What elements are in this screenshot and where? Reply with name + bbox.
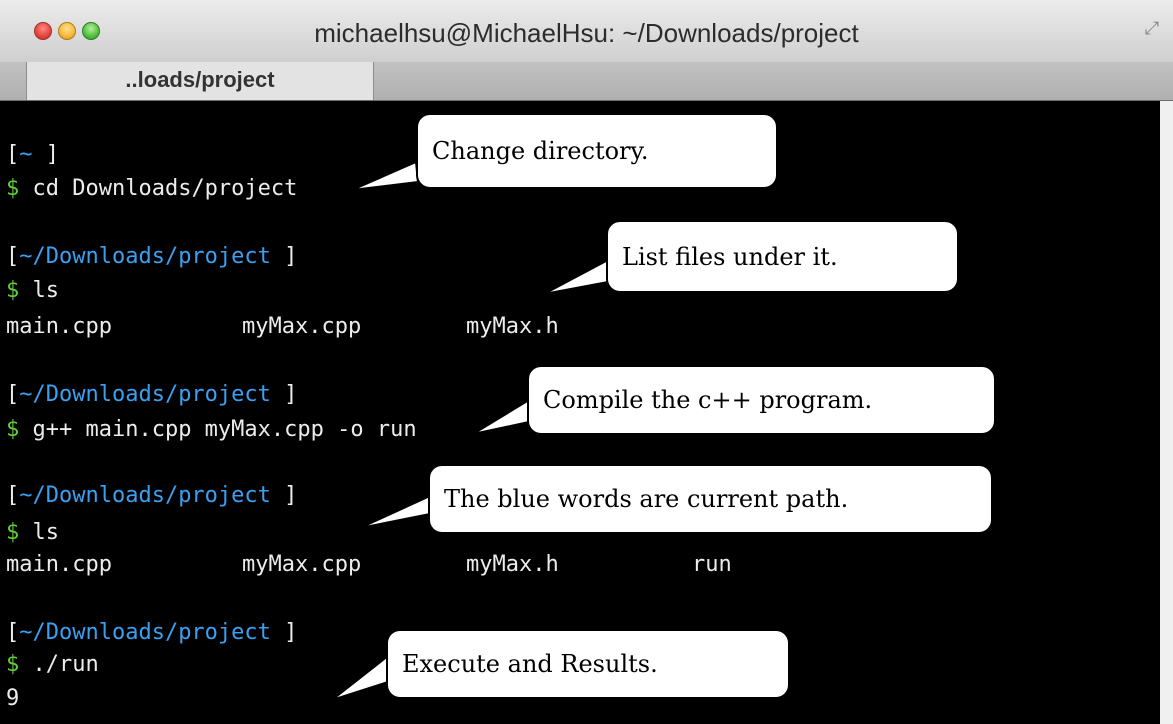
- tab-bar: ..loads/project: [0, 62, 1173, 101]
- prompt-bracket-close: ]: [270, 382, 298, 407]
- prompt-bracket-open: [: [6, 483, 20, 508]
- command-text: ls: [32, 278, 60, 303]
- tab-project[interactable]: ..loads/project: [26, 62, 374, 100]
- output-line: main.cpp myMax.cpp myMax.h: [6, 312, 906, 342]
- callout-execute: Execute and Results.: [386, 629, 790, 699]
- prompt-path-line: [~/Downloads/project ]: [6, 242, 297, 272]
- prompt-bracket-open: [: [6, 620, 20, 645]
- scrollbar[interactable]: [1160, 101, 1173, 724]
- command-line: $ ls: [6, 276, 59, 306]
- prompt-dollar: $: [6, 278, 20, 303]
- command-text: ls: [32, 520, 60, 545]
- program-output: 9: [6, 686, 20, 711]
- output-line: main.cpp myMax.cpp myMax.h run: [6, 550, 906, 580]
- prompt-dollar: $: [6, 176, 20, 201]
- prompt-bracket-close: ]: [270, 620, 298, 645]
- prompt-dollar: $: [6, 417, 20, 442]
- command-text: cd Downloads/project: [32, 176, 298, 201]
- prompt-bracket-close: ]: [32, 142, 59, 167]
- command-text: ./run: [32, 652, 99, 677]
- window-title: michaelhsu@MichaelHsu: ~/Downloads/proje…: [314, 18, 859, 48]
- prompt-bracket-open: [: [6, 142, 20, 167]
- command-line: $ ./run: [6, 650, 99, 680]
- current-path: ~/Downloads/project: [19, 483, 271, 508]
- file-name: main.cpp: [6, 314, 112, 339]
- prompt-bracket-close: ]: [270, 244, 298, 269]
- prompt-bracket-close: ]: [270, 483, 298, 508]
- callout-compile: Compile the c++ program.: [527, 365, 996, 435]
- prompt-bracket-open: [: [6, 382, 20, 407]
- prompt-path-line: [~/Downloads/project ]: [6, 481, 297, 511]
- fullscreen-icon[interactable]: ⤢: [1141, 18, 1163, 40]
- file-name: myMax.cpp: [242, 552, 362, 577]
- prompt-dollar: $: [6, 652, 20, 677]
- prompt-bracket-open: [: [6, 244, 20, 269]
- command-line: $ g++ main.cpp myMax.cpp -o run: [6, 415, 417, 445]
- command-text: g++ main.cpp myMax.cpp -o run: [32, 417, 417, 442]
- title-bar: michaelhsu@MichaelHsu: ~/Downloads/proje…: [0, 0, 1173, 63]
- current-path: ~/Downloads/project: [19, 620, 271, 645]
- prompt-dollar: $: [6, 520, 20, 545]
- callout-change-directory: Change directory.: [416, 113, 778, 189]
- current-path: ~/Downloads/project: [19, 244, 271, 269]
- file-name: run: [692, 552, 732, 577]
- file-name: myMax.cpp: [242, 314, 362, 339]
- prompt-path-line: [~/Downloads/project ]: [6, 618, 297, 648]
- file-name: myMax.h: [466, 552, 559, 577]
- command-line: $ cd Downloads/project: [6, 174, 297, 204]
- prompt-path-line: [~/Downloads/project ]: [6, 380, 297, 410]
- command-line: $ ls: [6, 518, 59, 548]
- prompt-path-line: [~ ]: [6, 140, 59, 170]
- callout-list-files: List files under it.: [606, 220, 959, 293]
- file-name: myMax.h: [466, 314, 559, 339]
- current-path: ~/Downloads/project: [19, 382, 271, 407]
- callout-blue-path: The blue words are current path.: [428, 464, 993, 534]
- file-name: main.cpp: [6, 552, 112, 577]
- current-path: ~: [19, 142, 33, 167]
